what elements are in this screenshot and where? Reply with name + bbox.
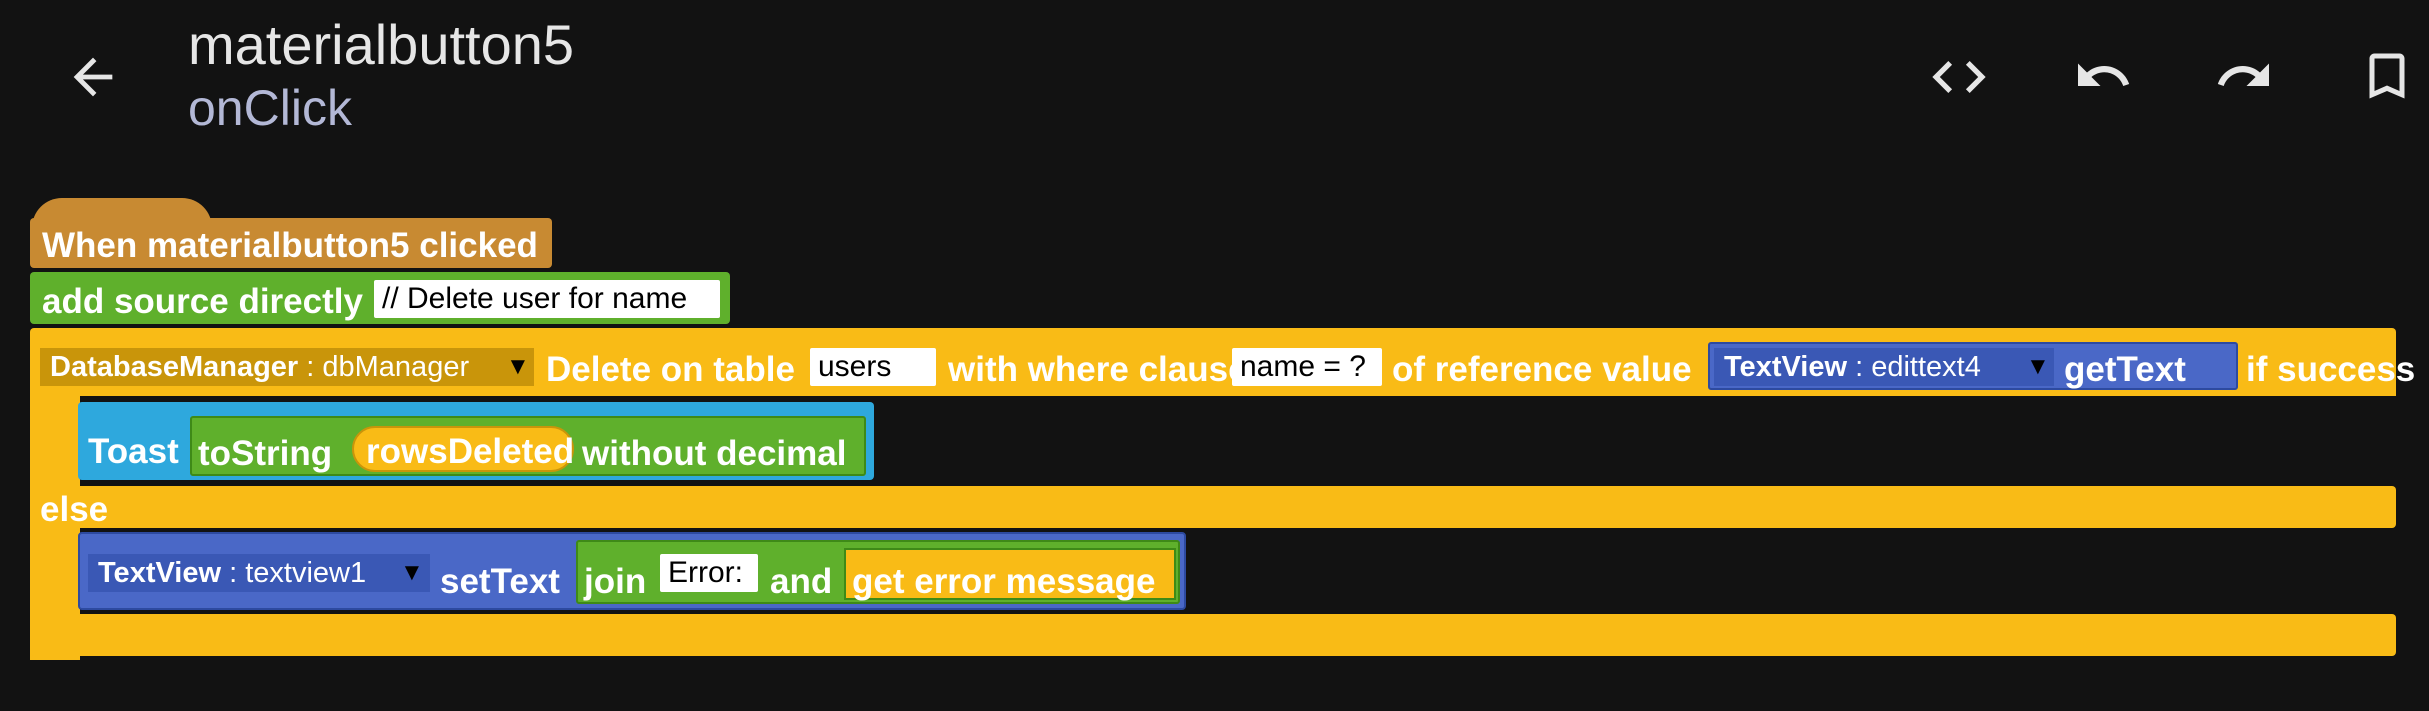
arrow-left-icon — [73, 57, 113, 97]
settext-label: setText — [440, 562, 560, 601]
chevron-down-icon: ▼ — [506, 353, 530, 380]
toast-block[interactable]: Toast toString rowsDeleted without decim… — [78, 402, 874, 480]
add-source-label: add source directly — [42, 282, 363, 321]
where-field[interactable]: name = ? — [1232, 348, 1382, 386]
join-value-field[interactable]: Error: — [660, 554, 758, 592]
db-sep: : — [298, 351, 323, 383]
settext-block[interactable]: TextView : textview1 ▼ setText join Erro… — [78, 532, 1186, 610]
delete-label: Delete on table — [546, 350, 795, 389]
tv-sep: : — [1847, 351, 1872, 383]
undo-button[interactable] — [2069, 46, 2137, 106]
code-button[interactable] — [1925, 48, 1993, 106]
tostring-block[interactable]: toString rowsDeleted without decimal — [190, 416, 866, 476]
db-delete-block[interactable]: DatabaseManager : dbManager ▼ Delete on … — [30, 328, 2415, 396]
without-decimal-label: without decimal — [582, 434, 847, 473]
event-block[interactable]: When materialbutton5 clicked — [30, 198, 552, 268]
tv-instance-label: edittext4 — [1871, 351, 1981, 383]
db-instance-label: dbManager — [322, 351, 470, 383]
gettext-label: getText — [2064, 350, 2186, 389]
undo-icon — [2078, 63, 2130, 86]
page-subtitle: onClick — [188, 80, 352, 136]
rowsdeleted-label: rowsDeleted — [366, 432, 575, 471]
tv-component-label: TextView — [1724, 351, 1848, 383]
else-bar: else — [30, 486, 2396, 529]
back-button[interactable] — [55, 48, 131, 106]
and-label: and — [770, 562, 833, 601]
settext-sep: : — [221, 557, 246, 589]
code-icon — [1932, 61, 1986, 93]
edittext-gettext-block[interactable]: TextView : edittext4 ▼ getText — [1708, 342, 2238, 390]
redo-button[interactable] — [2210, 46, 2278, 106]
toast-label: Toast — [88, 432, 179, 471]
bookmark-button[interactable] — [2355, 46, 2419, 106]
event-label: When materialbutton5 clicked — [42, 226, 538, 265]
db-manager-dropdown[interactable]: DatabaseManager : dbManager ▼ — [40, 348, 534, 386]
db-block-bottom — [30, 614, 2396, 656]
settext-instance-label: textview1 — [245, 557, 367, 589]
settext-component-label: TextView — [98, 557, 222, 589]
textview-dropdown[interactable]: TextView : textview1 ▼ — [88, 554, 430, 592]
db-component-label: DatabaseManager — [50, 351, 299, 383]
chevron-down-icon: ▼ — [2026, 353, 2050, 380]
reference-label: of reference value — [1392, 350, 1692, 389]
page-title: materialbutton5 — [188, 13, 575, 76]
chevron-down-icon: ▼ — [400, 559, 424, 586]
where-label: with where clause — [948, 350, 1248, 389]
redo-icon — [2217, 63, 2269, 86]
rowsdeleted-param[interactable]: rowsDeleted — [352, 426, 574, 472]
error-message-block[interactable]: get error message — [844, 548, 1176, 601]
join-label: join — [584, 562, 647, 601]
table-field[interactable]: users — [810, 348, 936, 386]
app-bar: materialbutton5 onClick — [0, 0, 2429, 150]
edittext-dropdown[interactable]: TextView : edittext4 ▼ — [1714, 348, 2054, 386]
tostring-label: toString — [198, 434, 333, 473]
source-code-field[interactable]: // Delete user for name — [374, 280, 720, 318]
add-source-block[interactable]: add source directly // Delete user for n… — [30, 272, 730, 324]
if-success-label: if success — [2246, 350, 2416, 389]
else-label: else — [40, 490, 109, 529]
join-block[interactable]: join Error: and get error message — [576, 540, 1180, 604]
error-message-label: get error message — [852, 562, 1156, 601]
bookmark-icon — [2369, 53, 2405, 99]
